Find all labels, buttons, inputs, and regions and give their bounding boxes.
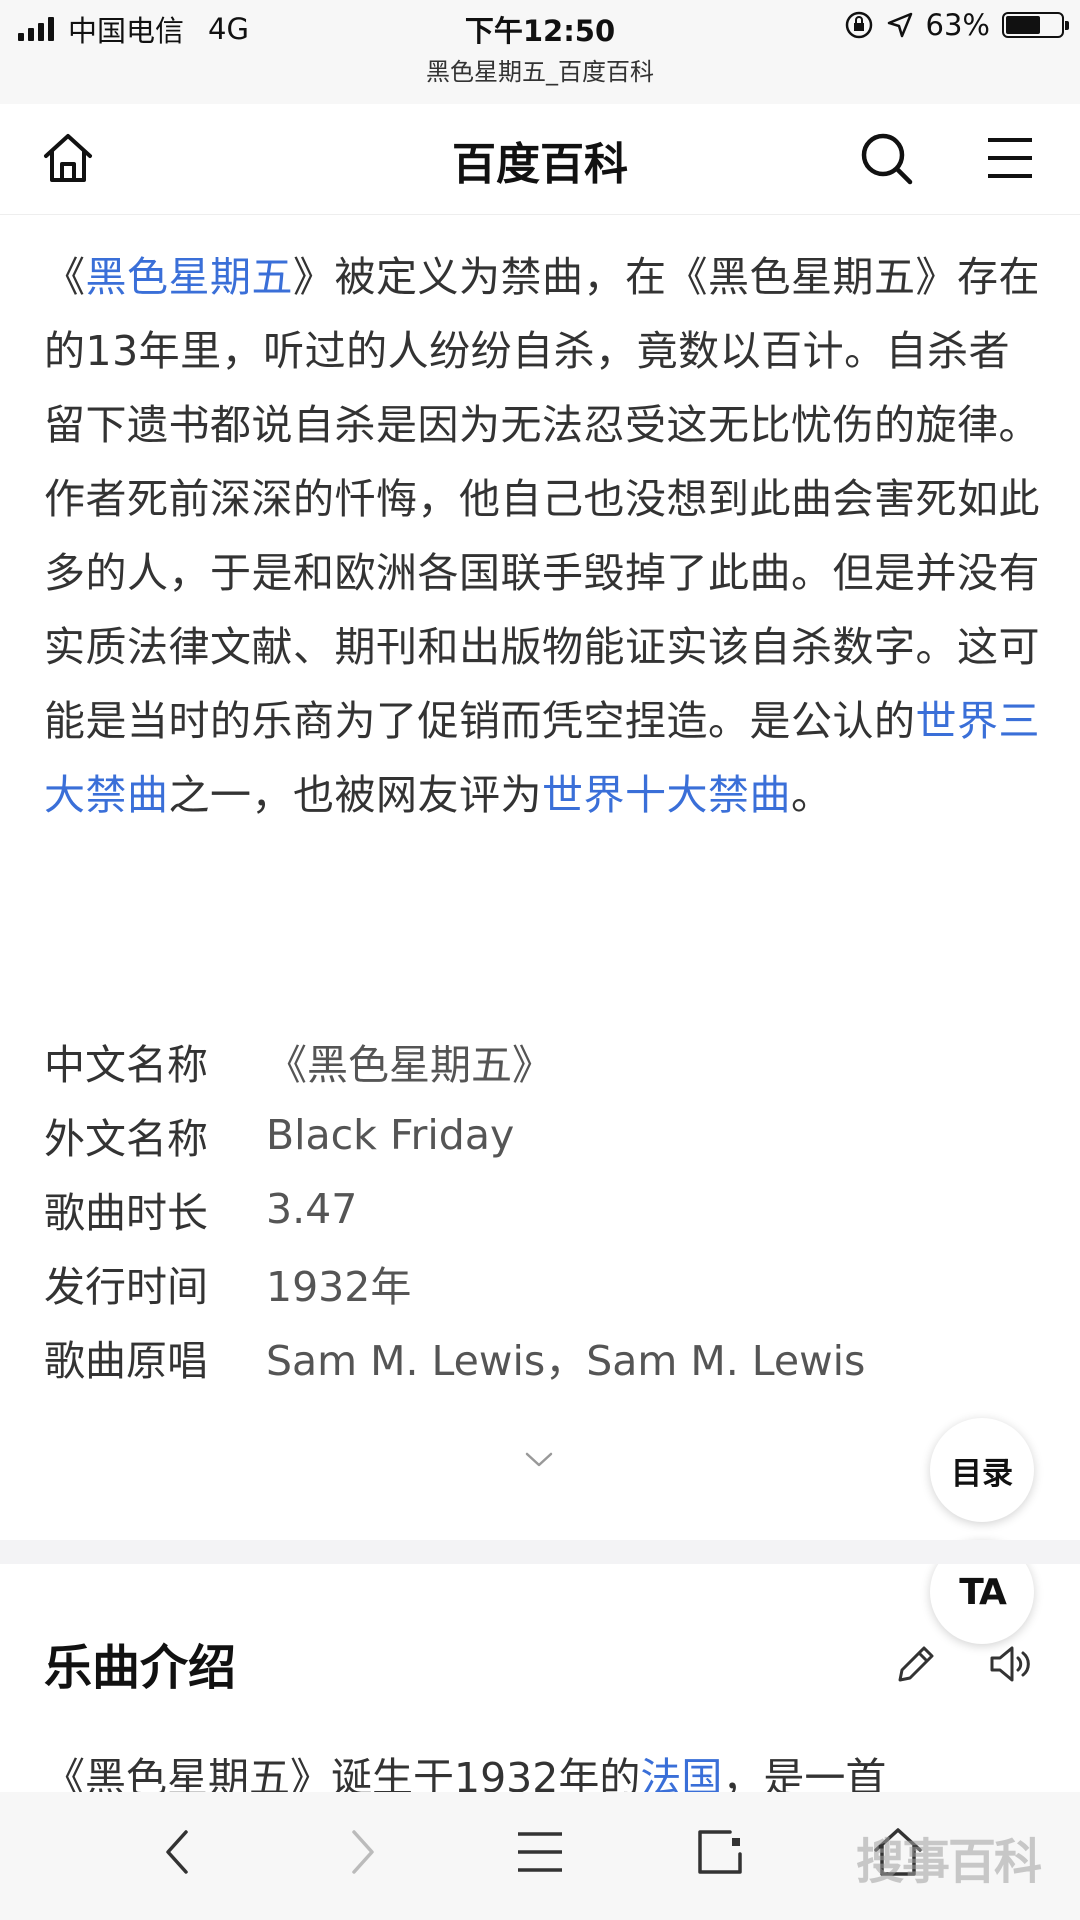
section-divider	[0, 1540, 1080, 1564]
info-label: 外文名称	[44, 1115, 208, 1163]
info-value: Sam M. Lewis，Sam M. Lewis	[266, 1337, 866, 1385]
watermark: 搜事百科	[855, 1834, 1042, 1890]
battery-percent: 63%	[925, 8, 990, 42]
intro-text: 》被定义为禁曲，在《黑色星期五》存在的13年里，听过的人纷纷自杀，竟数以百计。自…	[44, 253, 1040, 745]
section-text: ，是一首	[722, 1754, 887, 1792]
menu-icon[interactable]	[512, 1824, 568, 1880]
intro-paragraph: 《黑色星期五》被定义为禁曲，在《黑色星期五》存在的13年里，听过的人纷纷自杀，竟…	[44, 240, 1044, 832]
intro-text: 。	[791, 771, 833, 819]
nav-bar: 百度百科	[0, 104, 1080, 215]
location-icon	[887, 12, 912, 38]
info-row: 外文名称 Black Friday	[44, 1098, 865, 1172]
info-value: 《黑色星期五》	[266, 1041, 553, 1089]
menu-icon[interactable]	[980, 128, 1040, 188]
chevron-left-icon[interactable]	[152, 1824, 208, 1880]
nav-title: 百度百科	[452, 139, 628, 190]
edit-icon[interactable]	[892, 1640, 940, 1688]
info-value: Black Friday	[266, 1111, 515, 1159]
link-ten-banned-songs[interactable]: 世界十大禁曲	[542, 771, 791, 819]
link-france[interactable]: 法国	[640, 1754, 722, 1792]
info-row: 歌曲原唱 Sam M. Lewis，Sam M. Lewis	[44, 1320, 865, 1394]
info-label: 歌曲时长	[44, 1189, 208, 1237]
intro-text: 之一，也被网友评为	[168, 771, 542, 819]
info-row: 发行时间 1932年	[44, 1246, 865, 1320]
tabs-icon[interactable]	[692, 1824, 748, 1880]
speaker-icon[interactable]	[986, 1640, 1034, 1688]
chevron-down-icon[interactable]	[524, 1450, 554, 1470]
bottom-toolbar: 搜事百科	[0, 1792, 1080, 1920]
section-title: 乐曲介绍	[44, 1640, 237, 1696]
battery-icon	[1002, 12, 1069, 38]
page-title-bar: 黑色星期五_百度百科	[426, 58, 654, 86]
intro-text: 《	[44, 253, 86, 301]
info-row: 中文名称 《黑色星期五》	[44, 1024, 865, 1098]
link-black-friday[interactable]: 黑色星期五	[86, 253, 294, 301]
section-text-container: 《黑色星期五》诞生于1932年的法国，是一首	[0, 1720, 1080, 1792]
info-label: 发行时间	[44, 1263, 208, 1311]
toc-button[interactable]: 目录	[930, 1418, 1034, 1522]
info-row: 歌曲时长 3.47	[44, 1172, 865, 1246]
status-right: 63%	[844, 8, 1069, 42]
chevron-right-icon[interactable]	[332, 1824, 388, 1880]
info-box: 中文名称 《黑色星期五》 外文名称 Black Friday 歌曲时长 3.47…	[44, 1024, 865, 1394]
status-bar: 中国电信 4G 下午12:50 黑色星期五_百度百科 63%	[0, 0, 1080, 104]
info-label: 歌曲原唱	[44, 1337, 208, 1385]
section-paragraph: 《黑色星期五》诞生于1932年的法国，是一首	[44, 1748, 886, 1792]
info-value: 1932年	[266, 1263, 412, 1311]
info-value: 3.47	[266, 1185, 358, 1233]
rotation-lock-icon	[845, 11, 872, 39]
section-text: 《黑色星期五》诞生于1932年的	[44, 1754, 641, 1792]
search-icon[interactable]	[856, 128, 916, 188]
toc-label: 目录	[951, 1455, 1013, 1492]
font-size-label: TA	[959, 1571, 1007, 1613]
info-label: 中文名称	[44, 1041, 208, 1089]
